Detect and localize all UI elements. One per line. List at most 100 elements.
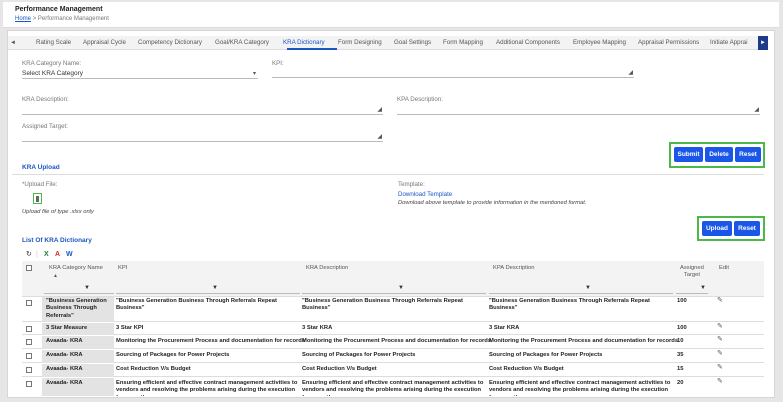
col-kpi[interactable]: KPI <box>118 265 127 272</box>
row-checkbox[interactable] <box>26 300 32 306</box>
col-assigned-target-line1: Assigned <box>680 265 704 271</box>
file-upload-icon[interactable] <box>33 193 42 204</box>
table-row[interactable]: "Business Generation Business Through Re… <box>22 297 764 322</box>
upload-button[interactable]: Upload <box>702 221 732 236</box>
word-export-icon[interactable]: W <box>66 250 73 260</box>
refresh-icon[interactable]: ↻ <box>26 250 32 260</box>
tab-initiate-appraisal[interactable]: Initiate Apprai <box>710 39 748 46</box>
edit-icon[interactable]: ✎ <box>717 378 723 385</box>
col-assigned-target[interactable]: Assigned Target <box>680 265 704 279</box>
tab-competency-dictionary[interactable]: Competency Dictionary <box>138 39 202 46</box>
upload-reset-button[interactable]: Reset <box>734 221 760 236</box>
tab-kra-dictionary[interactable]: KRA Dictionary <box>283 39 325 46</box>
cell-kpa-description: Ensuring efficient and effective contrac… <box>489 380 671 396</box>
row-checkbox[interactable] <box>26 326 32 332</box>
upload-file-label: *Upload File: <box>22 181 58 188</box>
table-row[interactable]: 3 Star Measure 3 Star KPI 3 Star KRA 3 S… <box>22 323 764 335</box>
tab-form-designing[interactable]: Form Designing <box>338 39 382 46</box>
table-toolbar: ↻ | X A W <box>22 250 722 260</box>
cell-kpi: 3 Star KPI <box>116 325 144 331</box>
filter-input[interactable] <box>489 293 673 294</box>
edit-icon[interactable]: ✎ <box>717 322 723 330</box>
resize-handle-icon[interactable]: ◢ <box>377 133 382 140</box>
filter-input[interactable] <box>676 293 708 294</box>
kpi-textarea[interactable]: ◢ <box>272 68 634 78</box>
cell-assigned-target: 15 <box>677 366 684 372</box>
tab-goal-settings[interactable]: Goal Settings <box>394 39 431 46</box>
table-row[interactable]: Avaada- KRA Sourcing of Packages for Pow… <box>22 350 764 363</box>
col-kpa-description[interactable]: KPA Description <box>493 265 534 272</box>
resize-handle-icon[interactable]: ◢ <box>754 106 759 113</box>
cell-kpa-description: Cost Reduction V/s Budget <box>489 366 564 372</box>
assigned-target-textarea[interactable]: ◢ <box>22 132 383 142</box>
kra-description-textarea[interactable]: ◢ <box>22 105 383 115</box>
tab-scroll-right-icon[interactable]: ► <box>758 36 768 50</box>
table-row[interactable]: Avaada- KRA Monitoring the Procurement P… <box>22 336 764 349</box>
cell-kpa-description: Sourcing of Packages for Power Projects <box>489 352 603 358</box>
edit-icon[interactable]: ✎ <box>717 296 723 304</box>
pdf-export-icon[interactable]: A <box>55 250 60 260</box>
tab-appraisal-cycle[interactable]: Appraisal Cycle <box>83 39 126 46</box>
breadcrumb-current: Performance Management <box>37 16 109 22</box>
cell-kra-description: Ensuring efficient and effective contrac… <box>302 380 484 396</box>
filter-icon[interactable]: ▼ <box>212 285 218 291</box>
edit-icon[interactable]: ✎ <box>717 349 723 357</box>
filter-input[interactable] <box>302 293 486 294</box>
kpa-description-textarea[interactable]: ◢ <box>397 105 760 115</box>
excel-export-icon[interactable]: X <box>44 250 49 260</box>
download-template-link[interactable]: Download Template <box>398 191 452 198</box>
cell-category: Avaada- KRA <box>46 338 83 344</box>
cell-kpi: Monitoring the Procurement Process and d… <box>116 338 306 344</box>
tab-rating-scale[interactable]: Rating Scale <box>36 39 71 46</box>
edit-icon[interactable]: ✎ <box>717 335 723 343</box>
reset-button[interactable]: Reset <box>735 147 761 162</box>
filter-icon[interactable]: ▼ <box>700 285 706 291</box>
tab-additional-components[interactable]: Additional Components <box>496 39 560 46</box>
row-checkbox[interactable] <box>26 353 32 359</box>
cell-category: Avaada- KRA <box>46 352 83 358</box>
chevron-down-icon: ▾ <box>252 71 256 77</box>
tab-scroll-left-icon[interactable]: ◄ <box>8 36 18 50</box>
tab-appraisal-permissions[interactable]: Appraisal Permissions <box>638 39 699 46</box>
row-checkbox[interactable] <box>26 367 32 373</box>
filter-icon[interactable]: ▼ <box>585 285 591 291</box>
cell-category: Avaada- KRA <box>46 366 83 372</box>
cell-kpa-description: "Business Generation Business Through Re… <box>489 298 650 312</box>
toolbar-divider: | <box>36 251 38 258</box>
cell-kpi: Sourcing of Packages for Power Projects <box>116 352 230 358</box>
cell-kra-description: Cost Reduction V/s Budget <box>302 366 377 372</box>
cell-kpi: Cost Reduction V/s Budget <box>116 366 191 372</box>
kra-category-label: KRA Category Name: <box>22 60 82 67</box>
cell-assigned-target: 10 <box>677 338 684 344</box>
assigned-target-label: Assigned Target: <box>22 123 68 130</box>
file-type-note: Upload file of type .xlsx only <box>22 209 94 215</box>
cell-assigned-target: 100 <box>677 298 687 304</box>
breadcrumb-home[interactable]: Home <box>15 16 31 22</box>
tab-form-mapping[interactable]: Form Mapping <box>443 39 483 46</box>
col-kra-category[interactable]: KRA Category Name <box>49 265 103 272</box>
table-row[interactable]: Avaada- KRA Ensuring efficient and effec… <box>22 378 764 396</box>
sort-asc-icon[interactable]: ▲ <box>53 273 58 280</box>
edit-icon[interactable]: ✎ <box>717 363 723 371</box>
table-row[interactable]: Avaada- KRA Cost Reduction V/s Budget Co… <box>22 364 764 377</box>
kra-upload-title: KRA Upload <box>22 164 60 171</box>
delete-button[interactable]: Delete <box>705 147 733 162</box>
filter-input[interactable] <box>44 293 114 294</box>
kpi-label: KPI: <box>272 60 284 67</box>
col-kra-description[interactable]: KRA Description <box>306 265 348 272</box>
row-checkbox[interactable] <box>26 339 32 345</box>
template-label: Template: <box>398 181 425 188</box>
select-all-checkbox[interactable] <box>26 265 32 271</box>
resize-handle-icon[interactable]: ◢ <box>377 106 382 113</box>
filter-input[interactable] <box>116 293 300 294</box>
tab-goal-kra-category[interactable]: Goal/KRA Category <box>215 39 269 46</box>
row-checkbox[interactable] <box>26 381 32 387</box>
tab-employee-mapping[interactable]: Employee Mapping <box>573 39 626 46</box>
breadcrumb: Home > Performance Management <box>15 16 109 22</box>
filter-icon[interactable]: ▼ <box>398 285 404 291</box>
template-note: Download above template to provide infor… <box>398 200 587 206</box>
submit-button[interactable]: Submit <box>674 147 703 162</box>
kra-category-select[interactable]: Select KRA Category ▾ <box>22 69 258 79</box>
resize-handle-icon[interactable]: ◢ <box>628 69 633 76</box>
filter-icon[interactable]: ▼ <box>84 285 90 291</box>
